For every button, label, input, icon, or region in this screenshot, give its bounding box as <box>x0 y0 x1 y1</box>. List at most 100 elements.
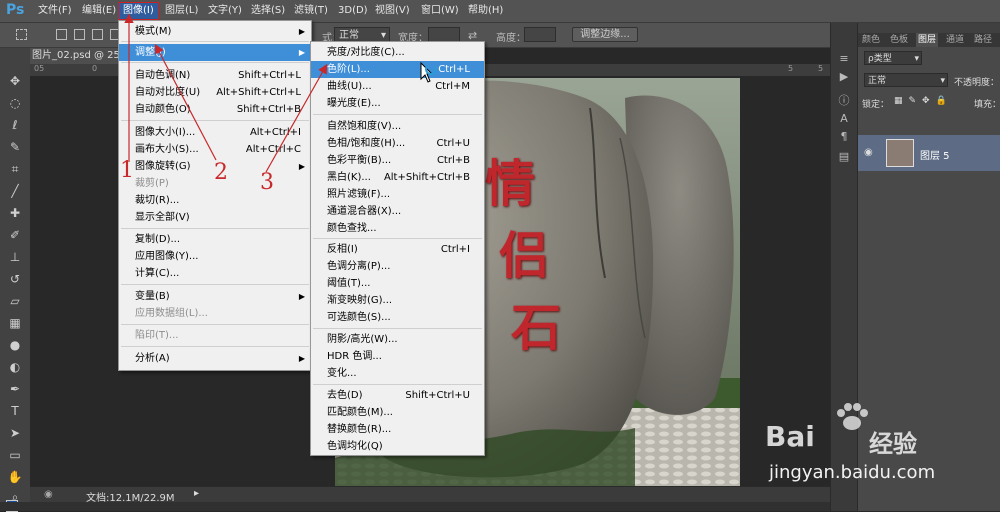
menu-3d[interactable]: 3D(D) <box>334 3 372 19</box>
paragraph-icon[interactable]: ¶ <box>837 131 851 143</box>
tab-channels[interactable]: 通道 <box>944 33 966 47</box>
tab-paths[interactable]: 路径 <box>972 33 994 47</box>
menu-item-curves[interactable]: 曲线(U)... Ctrl+M <box>311 78 484 95</box>
properties-icon[interactable]: ▤ <box>837 151 851 163</box>
type-icon[interactable]: A <box>837 113 851 125</box>
shape-tool-icon[interactable]: ▭ <box>5 446 25 464</box>
play-icon[interactable]: ▶ <box>837 71 851 83</box>
menu-item-equalize[interactable]: 色调均化(Q) <box>311 438 484 455</box>
history-icon[interactable]: ≡ <box>837 53 851 65</box>
menu-item-canvas-size[interactable]: 画布大小(S)... Alt+Ctrl+C <box>119 141 311 158</box>
gradient-tool-icon[interactable]: ▦ <box>5 314 25 332</box>
refine-edge-button[interactable]: 调整边缘... <box>572 27 638 42</box>
menu-item-color-balance[interactable]: 色彩平衡(B)... Ctrl+B <box>311 152 484 169</box>
quick-select-tool-icon[interactable]: ✎ <box>5 138 25 156</box>
menu-item-shadows-highlights[interactable]: 阴影/高光(W)... <box>311 331 484 348</box>
menu-image[interactable]: 图像(I) <box>118 2 159 20</box>
menu-item-exposure[interactable]: 曝光度(E)... <box>311 95 484 112</box>
style-select[interactable]: 正常 ▾ <box>334 27 390 42</box>
menu-view[interactable]: 视图(V) <box>371 3 414 19</box>
tab-swatches[interactable]: 色板 <box>888 33 910 47</box>
subtract-selection-icon[interactable] <box>92 29 103 40</box>
tab-layers[interactable]: 图层 <box>916 33 939 47</box>
menu-item-image-size[interactable]: 图像大小(I)... Alt+Ctrl+I <box>119 124 311 141</box>
menu-item-hdr-toning[interactable]: HDR 色调... <box>311 348 484 365</box>
menu-item-adjustments[interactable]: 调整(J) ▶ <box>119 44 311 61</box>
eyedropper-tool-icon[interactable]: ╱ <box>5 182 25 200</box>
menu-item-trap[interactable]: 陷印(T)... <box>119 327 311 344</box>
lock-icons[interactable]: ▦✎✥🔒 <box>894 96 953 106</box>
menu-item-calculations[interactable]: 计算(C)... <box>119 265 311 282</box>
menu-filter[interactable]: 滤镜(T) <box>290 3 332 19</box>
menu-item-hue-saturation[interactable]: 色相/饱和度(H)... Ctrl+U <box>311 135 484 152</box>
menu-item-variations[interactable]: 变化... <box>311 365 484 382</box>
menu-item-posterize[interactable]: 色调分离(P)... <box>311 258 484 275</box>
visibility-eye-icon[interactable]: ◉ <box>864 147 873 158</box>
menu-layer[interactable]: 图层(L) <box>161 3 202 19</box>
stamp-tool-icon[interactable]: ⊥ <box>5 248 25 266</box>
menu-item-invert[interactable]: 反相(I) Ctrl+I <box>311 241 484 258</box>
width-input[interactable] <box>428 27 460 42</box>
menu-item-selective-color[interactable]: 可选颜色(S)... <box>311 309 484 326</box>
blur-tool-icon[interactable]: ● <box>5 336 25 354</box>
zoom-icon[interactable]: ◉ <box>44 489 53 500</box>
info-icon[interactable]: ⓘ <box>837 95 851 107</box>
menu-item-desaturate[interactable]: 去色(D) Shift+Ctrl+U <box>311 387 484 404</box>
menu-item-levels[interactable]: 色阶(L)... Ctrl+L <box>311 61 484 78</box>
menu-edit[interactable]: 编辑(E) <box>78 3 120 19</box>
path-select-icon[interactable]: ➤ <box>5 424 25 442</box>
hand-tool-icon[interactable]: ✋ <box>5 468 25 486</box>
status-arrow-icon[interactable]: ▸ <box>194 488 199 499</box>
menu-item-replace-color[interactable]: 替换颜色(R)... <box>311 421 484 438</box>
menu-item-vibrance[interactable]: 自然饱和度(V)... <box>311 118 484 135</box>
history-brush-icon[interactable]: ↺ <box>5 270 25 288</box>
add-selection-icon[interactable] <box>74 29 85 40</box>
lasso-tool-icon[interactable]: ℓ <box>5 116 25 134</box>
layer-name[interactable]: 图层 5 <box>920 147 950 162</box>
menu-item-auto-contrast[interactable]: 自动对比度(U) Alt+Shift+Ctrl+L <box>119 84 311 101</box>
eraser-tool-icon[interactable]: ▱ <box>5 292 25 310</box>
menu-item-gradient-map[interactable]: 渐变映射(G)... <box>311 292 484 309</box>
menu-item-black-white[interactable]: 黑白(K)... Alt+Shift+Ctrl+B <box>311 169 484 186</box>
menu-window[interactable]: 窗口(W) <box>417 3 463 19</box>
menu-item-photo-filter[interactable]: 照片滤镜(F)... <box>311 186 484 203</box>
menu-type[interactable]: 文字(Y) <box>204 3 246 19</box>
healing-tool-icon[interactable]: ✚ <box>5 204 25 222</box>
menu-file[interactable]: 文件(F) <box>34 3 76 19</box>
carved-char: 石 <box>511 298 561 357</box>
marquee-tool-icon[interactable]: ◌ <box>5 94 25 112</box>
menu-select[interactable]: 选择(S) <box>247 3 289 19</box>
dodge-tool-icon[interactable]: ◐ <box>5 358 25 376</box>
menu-item-trim[interactable]: 裁切(R)... <box>119 192 311 209</box>
ruler-number: 05 <box>34 64 45 73</box>
menu-item-auto-color[interactable]: 自动颜色(O) Shift+Ctrl+B <box>119 101 311 118</box>
new-selection-icon[interactable] <box>56 29 67 40</box>
menu-item-duplicate[interactable]: 复制(D)... <box>119 231 311 248</box>
menu-item-mode[interactable]: 模式(M) ▶ <box>119 23 311 40</box>
menu-item-threshold[interactable]: 阈值(T)... <box>311 275 484 292</box>
brush-tool-icon[interactable]: ✐ <box>5 226 25 244</box>
status-bar: ◉ 文档:12.1M/22.9M ▸ <box>30 486 856 504</box>
menu-item-match-color[interactable]: 匹配颜色(M)... <box>311 404 484 421</box>
menu-item-color-lookup[interactable]: 颜色查找... <box>311 220 484 237</box>
menu-item-apply-data-set[interactable]: 应用数据组(L)... <box>119 305 311 322</box>
menu-item-variables[interactable]: 变量(B) ▶ <box>119 288 311 305</box>
watermark-brand-cn: 经验 <box>869 430 917 458</box>
marquee-icon[interactable] <box>16 29 27 40</box>
blend-mode-select[interactable]: 正常 ▾ <box>864 73 948 87</box>
menu-help[interactable]: 帮助(H) <box>464 3 507 19</box>
menu-item-channel-mixer[interactable]: 通道混合器(X)... <box>311 203 484 220</box>
menu-item-analysis[interactable]: 分析(A) ▶ <box>119 350 311 367</box>
menu-item-apply-image[interactable]: 应用图像(Y)... <box>119 248 311 265</box>
tab-color[interactable]: 颜色 <box>860 33 882 47</box>
crop-tool-icon[interactable]: ⌗ <box>5 160 25 178</box>
menu-item-reveal-all[interactable]: 显示全部(V) <box>119 209 311 226</box>
height-input[interactable] <box>524 27 556 42</box>
menu-item-auto-tone[interactable]: 自动色调(N) Shift+Ctrl+L <box>119 67 311 84</box>
type-tool-icon[interactable]: T <box>5 402 25 420</box>
pen-tool-icon[interactable]: ✒ <box>5 380 25 398</box>
menu-item-brightness-contrast[interactable]: 亮度/对比度(C)... <box>311 44 484 61</box>
layer-row[interactable]: ◉ 图层 5 <box>858 135 1000 171</box>
move-tool-icon[interactable]: ✥ <box>5 72 25 90</box>
layer-kind-filter[interactable]: ρ类型 ▾ <box>864 51 922 65</box>
